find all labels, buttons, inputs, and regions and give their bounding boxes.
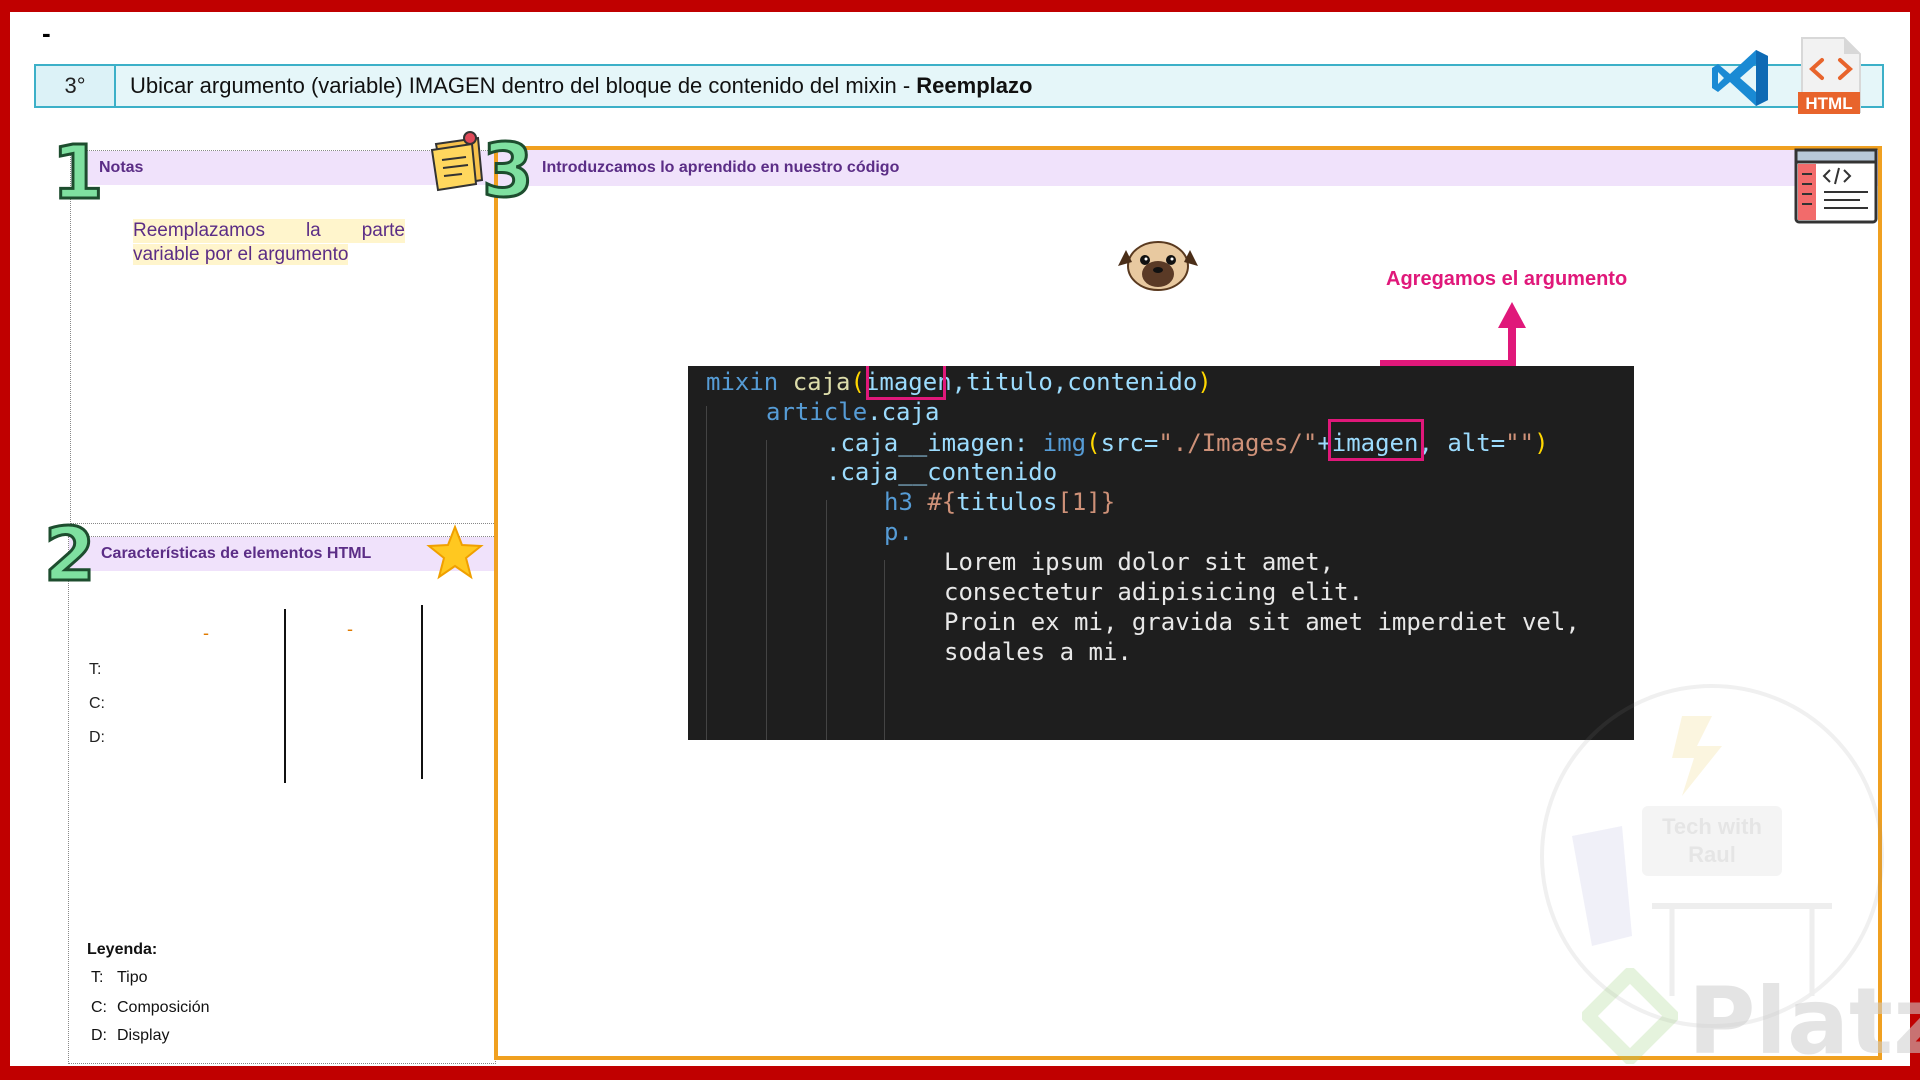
step-title: Ubicar argumento (variable) IMAGEN dentr… [116, 73, 1032, 99]
token: mixin [706, 368, 793, 396]
legend-value: Composición [117, 999, 210, 1016]
orange-dash-2: - [347, 619, 353, 639]
notes-panel: Notas Reemplazamos la parte variable por… [70, 150, 496, 524]
highlight-param-imagen [866, 366, 946, 400]
platzi-brand-watermark: Platzi [1688, 968, 1920, 1075]
step-number: 3° [36, 66, 116, 106]
token: .caja__contenido [826, 458, 1058, 486]
code-line-4: .caja__contenido [826, 458, 1057, 486]
html-badge-label: HTML [1805, 94, 1852, 113]
legend-value: Display [117, 1027, 170, 1044]
token: .caja [867, 398, 940, 426]
code-line-3: .caja__imagen: img(src="./Images/"+image… [826, 429, 1549, 457]
code-line-9: Proin ex mi, gravida sit amet imperdiet … [944, 608, 1580, 636]
notes-line-1: Reemplazamos la parte [133, 219, 405, 243]
prop-label-composition: C: [89, 695, 105, 712]
sticky-note-icon [430, 131, 484, 192]
token: p. [884, 518, 913, 546]
token: "" [1505, 429, 1535, 457]
legend-row-type: T: Tipo [91, 969, 148, 987]
step-header: 3° Ubicar argumento (variable) IMAGEN de… [34, 64, 1884, 108]
watermark-text-1: Tech with [1662, 814, 1762, 839]
code-line-6: p. [884, 518, 913, 546]
section-number-1: 1 [51, 130, 105, 216]
annotation-label: Agregamos el argumento [1386, 268, 1628, 290]
indent-guide [826, 500, 827, 740]
indent-guide [706, 406, 707, 740]
prop-label-display: D: [89, 729, 105, 746]
code-document-icon [1794, 148, 1878, 224]
legend-key: C: [91, 999, 107, 1016]
token: ( [850, 368, 865, 396]
star-icon [426, 524, 484, 580]
token: titulos [956, 488, 1058, 516]
code-line-2: article.caja [766, 398, 939, 426]
code-panel-title: Introduzcamos lo aprendido en nuestro có… [498, 150, 1878, 186]
section-number-3: 3 [481, 128, 535, 214]
code-line-10: sodales a mi. [944, 638, 1132, 666]
token: src= [1100, 429, 1159, 457]
token: .caja__imagen: [826, 429, 1043, 457]
token: article [766, 398, 868, 426]
token: caja [792, 368, 851, 396]
code-line-1: mixin caja(imagen,titulo,contenido) [706, 368, 1212, 396]
legend-row-composition: C: Composición [91, 999, 209, 1017]
legend-value: Tipo [117, 969, 148, 986]
orange-dash-1: - [203, 623, 209, 643]
highlight-arg-imagen [1328, 419, 1424, 461]
html-file-icon: HTML [1798, 37, 1861, 114]
prop-label-type: T: [89, 661, 102, 678]
code-editor: mixin caja(imagen,titulo,contenido) arti… [688, 366, 1634, 740]
platzi-logo-icon [1582, 968, 1678, 1064]
token: #{ [927, 488, 957, 516]
code-line-7: Lorem ipsum dolor sit amet, [944, 548, 1335, 576]
token: } [1100, 488, 1116, 516]
token: h3 [884, 488, 928, 516]
code-line-5: h3 #{titulos[1]} [884, 488, 1115, 516]
top-dash: - [42, 18, 51, 48]
section-number-2: 2 [43, 512, 97, 598]
token: ( [1086, 429, 1101, 457]
token: img [1042, 429, 1087, 457]
pug-logo-icon [1118, 241, 1198, 291]
indent-guide [884, 560, 885, 740]
divider-line-2 [421, 605, 423, 779]
html-characteristics-panel: Características de elementos HTML - - T:… [68, 536, 496, 1064]
step-title-bold: Reemplazo [916, 73, 1033, 98]
token: , alt= [1418, 429, 1506, 457]
notes-text: Reemplazamos la parte variable por el ar… [133, 219, 405, 267]
legend-title: Leyenda: [87, 941, 158, 958]
token: [1] [1057, 488, 1101, 516]
token: ) [1197, 368, 1212, 396]
token: ,titulo,contenido [951, 368, 1198, 396]
token: "./Images/" [1158, 429, 1318, 457]
divider-line-1 [284, 609, 286, 783]
vscode-icon [1712, 50, 1768, 106]
indent-guide [766, 440, 767, 740]
legend-key: T: [91, 969, 104, 986]
legend-key: D: [91, 1027, 107, 1044]
step-title-main: Ubicar argumento (variable) IMAGEN dentr… [130, 73, 917, 98]
notes-line-2: variable por el argumento [133, 244, 349, 265]
watermark-text-2: Raul [1688, 842, 1736, 867]
legend-row-display: D: Display [91, 1027, 169, 1045]
token: ) [1534, 429, 1549, 457]
code-line-8: consectetur adipisicing elit. [944, 578, 1364, 606]
